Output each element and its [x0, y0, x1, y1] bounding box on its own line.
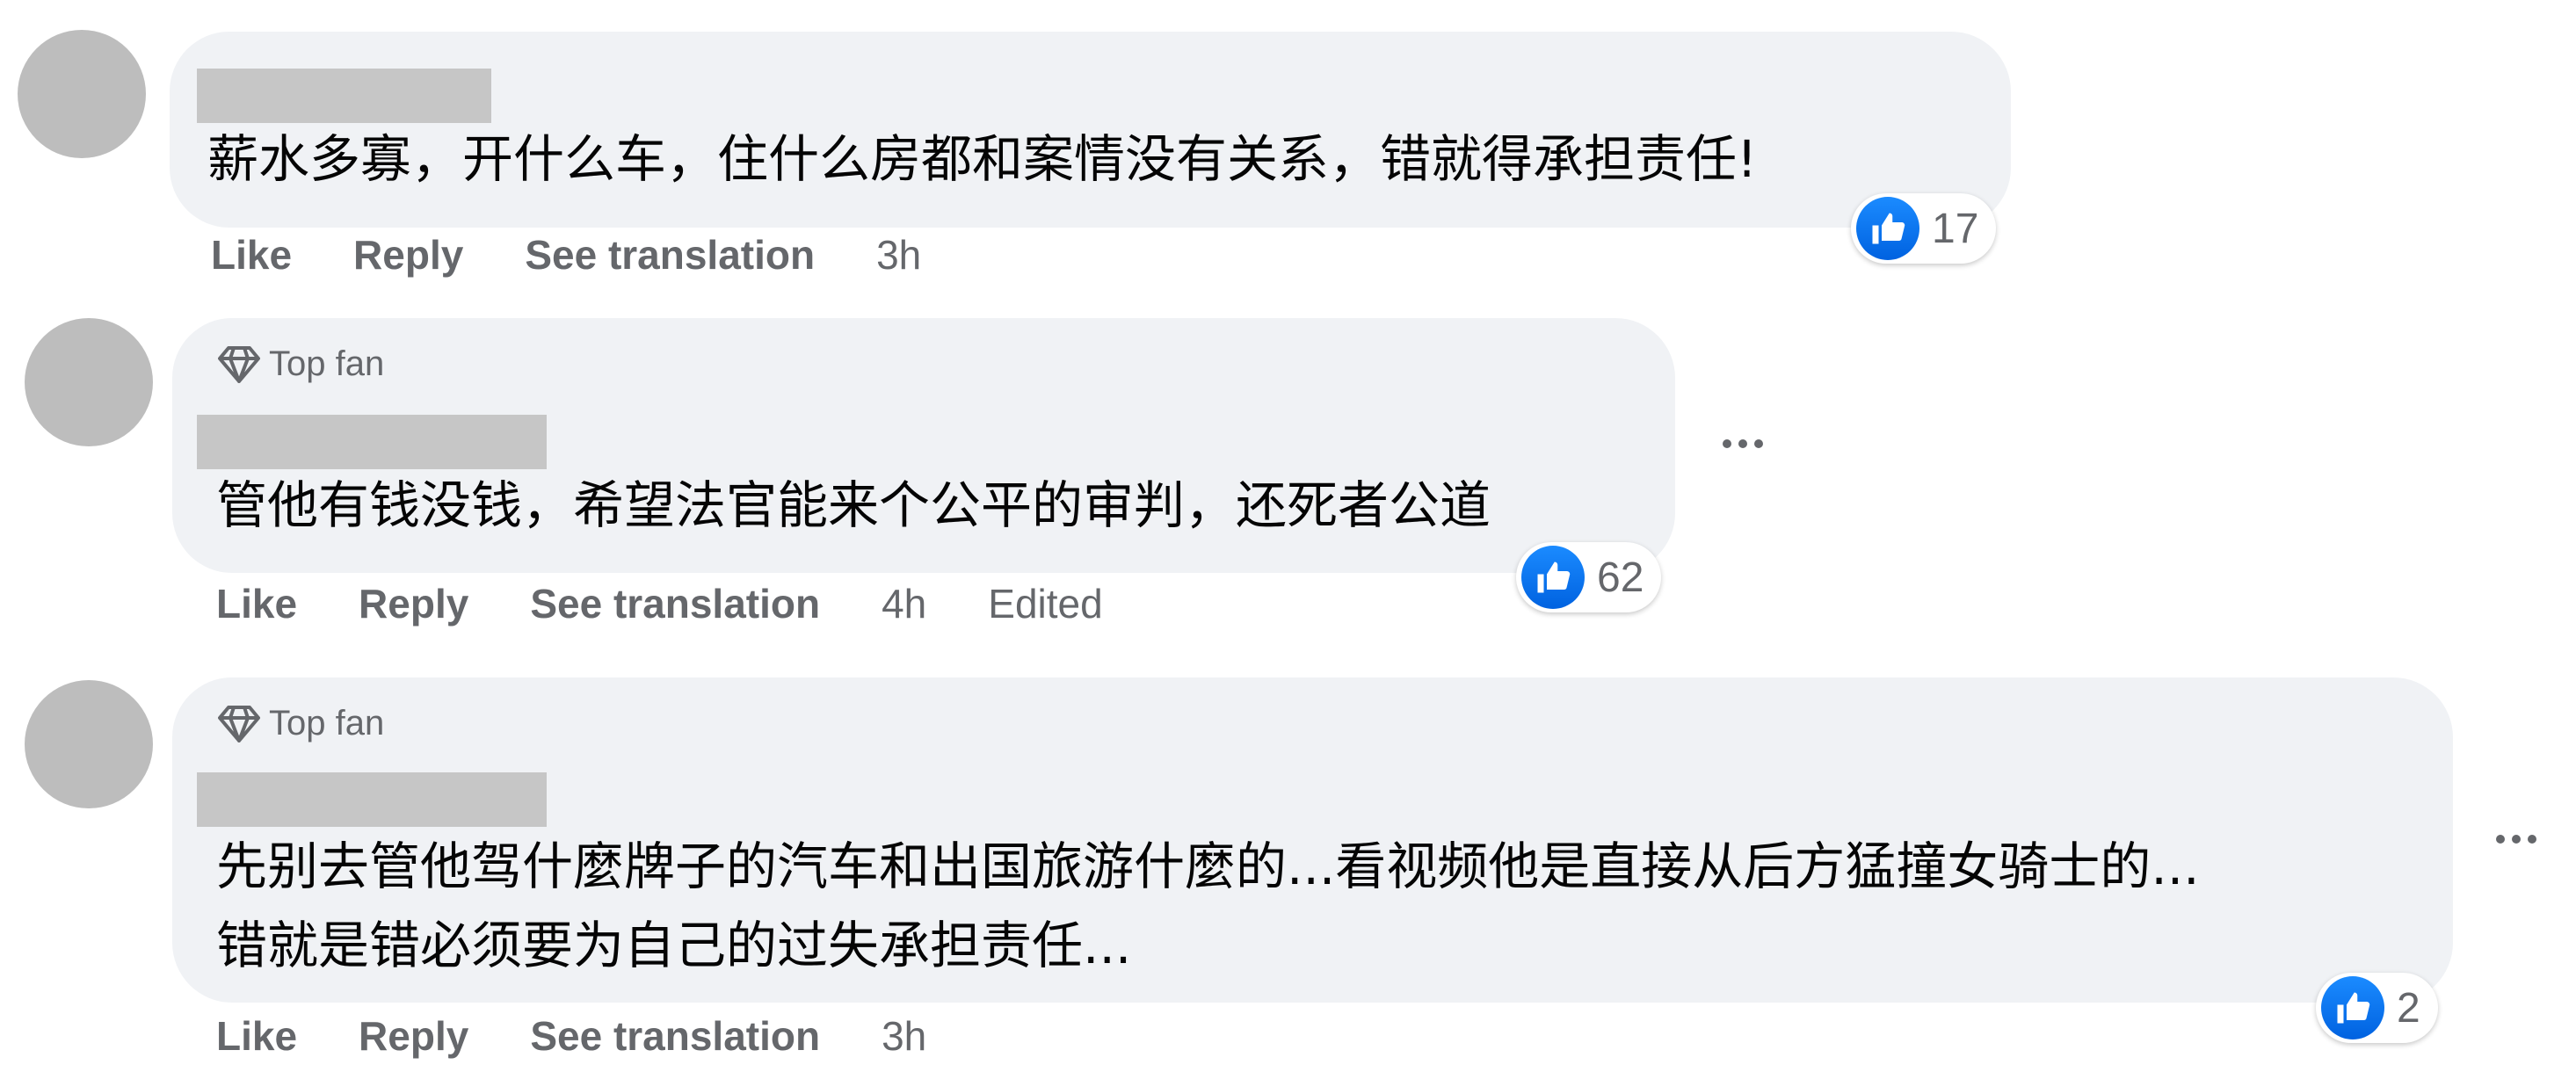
reaction-count: 17 — [1932, 205, 1979, 252]
edited-label[interactable]: Edited — [988, 580, 1102, 627]
timestamp[interactable]: 4h — [882, 580, 926, 627]
top-fan-badge: Top fan — [218, 704, 384, 743]
redacted-commenter-name[interactable] — [197, 69, 491, 123]
avatar[interactable] — [25, 318, 153, 446]
like-button[interactable]: Like — [216, 580, 297, 627]
reaction-badge[interactable]: 62 — [1516, 542, 1662, 612]
like-icon — [1521, 546, 1585, 609]
comment-bubble: Top fan 管他有钱没钱，希望法官能来个公平的审判，还死者公道 — [172, 318, 1675, 573]
comment-actions: Like Reply See translation 3h — [211, 231, 983, 279]
more-options-icon[interactable] — [2496, 835, 2536, 844]
reaction-count: 2 — [2397, 984, 2420, 1032]
reply-button[interactable]: Reply — [359, 1012, 468, 1060]
comment-text-line: 错就是错必须要为自己的过失承担责任... — [216, 916, 1132, 975]
like-icon — [2321, 976, 2384, 1039]
timestamp[interactable]: 3h — [876, 231, 921, 279]
comment-text-line: 管他有钱没钱，希望法官能来个公平的审判，还死者公道 — [216, 475, 1491, 535]
top-fan-label: Top fan — [269, 704, 385, 742]
comment-bubble: Top fan 先别去管他驾什麼牌子的汽车和出国旅游什麼的...看视频他是直接从… — [172, 677, 2453, 1003]
reaction-badge[interactable]: 2 — [2316, 973, 2438, 1043]
diamond-icon — [218, 705, 260, 742]
reply-button[interactable]: Reply — [353, 231, 463, 279]
redacted-commenter-name[interactable] — [197, 415, 547, 469]
see-translation-button[interactable]: See translation — [530, 580, 820, 627]
see-translation-button[interactable]: See translation — [525, 231, 815, 279]
comment-text: 管他有钱没钱，希望法官能来个公平的审判，还死者公道 — [216, 466, 1491, 545]
top-fan-badge: Top fan — [218, 344, 384, 384]
top-fan-label: Top fan — [269, 344, 385, 383]
reaction-badge[interactable]: 17 — [1851, 193, 1997, 264]
like-button[interactable]: Like — [211, 231, 292, 279]
like-icon — [1856, 197, 1919, 260]
timestamp[interactable]: 3h — [882, 1012, 926, 1060]
like-button[interactable]: Like — [216, 1012, 297, 1060]
comment-actions: Like Reply See translation 4h Edited — [216, 580, 1165, 627]
redacted-commenter-name[interactable] — [197, 772, 547, 827]
comment-actions: Like Reply See translation 3h — [216, 1012, 988, 1060]
more-options-icon[interactable] — [1723, 439, 1763, 448]
comment-text-line: 薪水多寡，开什么车，住什么房都和案情没有关系，错就得承担责任! — [207, 129, 1758, 189]
avatar[interactable] — [18, 30, 146, 158]
reply-button[interactable]: Reply — [359, 580, 468, 627]
diamond-icon — [218, 345, 260, 383]
see-translation-button[interactable]: See translation — [530, 1012, 820, 1060]
comment-text-line: 先别去管他驾什麼牌子的汽车和出国旅游什麼的...看视频他是直接从后方猛撞女骑士的… — [216, 837, 2200, 896]
comment-bubble: 薪水多寡，开什么车，住什么房都和案情没有关系，错就得承担责任! — [170, 32, 2011, 228]
reaction-count: 62 — [1597, 554, 1644, 601]
avatar[interactable] — [25, 680, 153, 808]
comment-text: 先别去管他驾什麼牌子的汽车和出国旅游什麼的...看视频他是直接从后方猛撞女骑士的… — [216, 827, 2200, 985]
comment-text: 薪水多寡，开什么车，住什么房都和案情没有关系，错就得承担责任! — [207, 120, 1757, 199]
